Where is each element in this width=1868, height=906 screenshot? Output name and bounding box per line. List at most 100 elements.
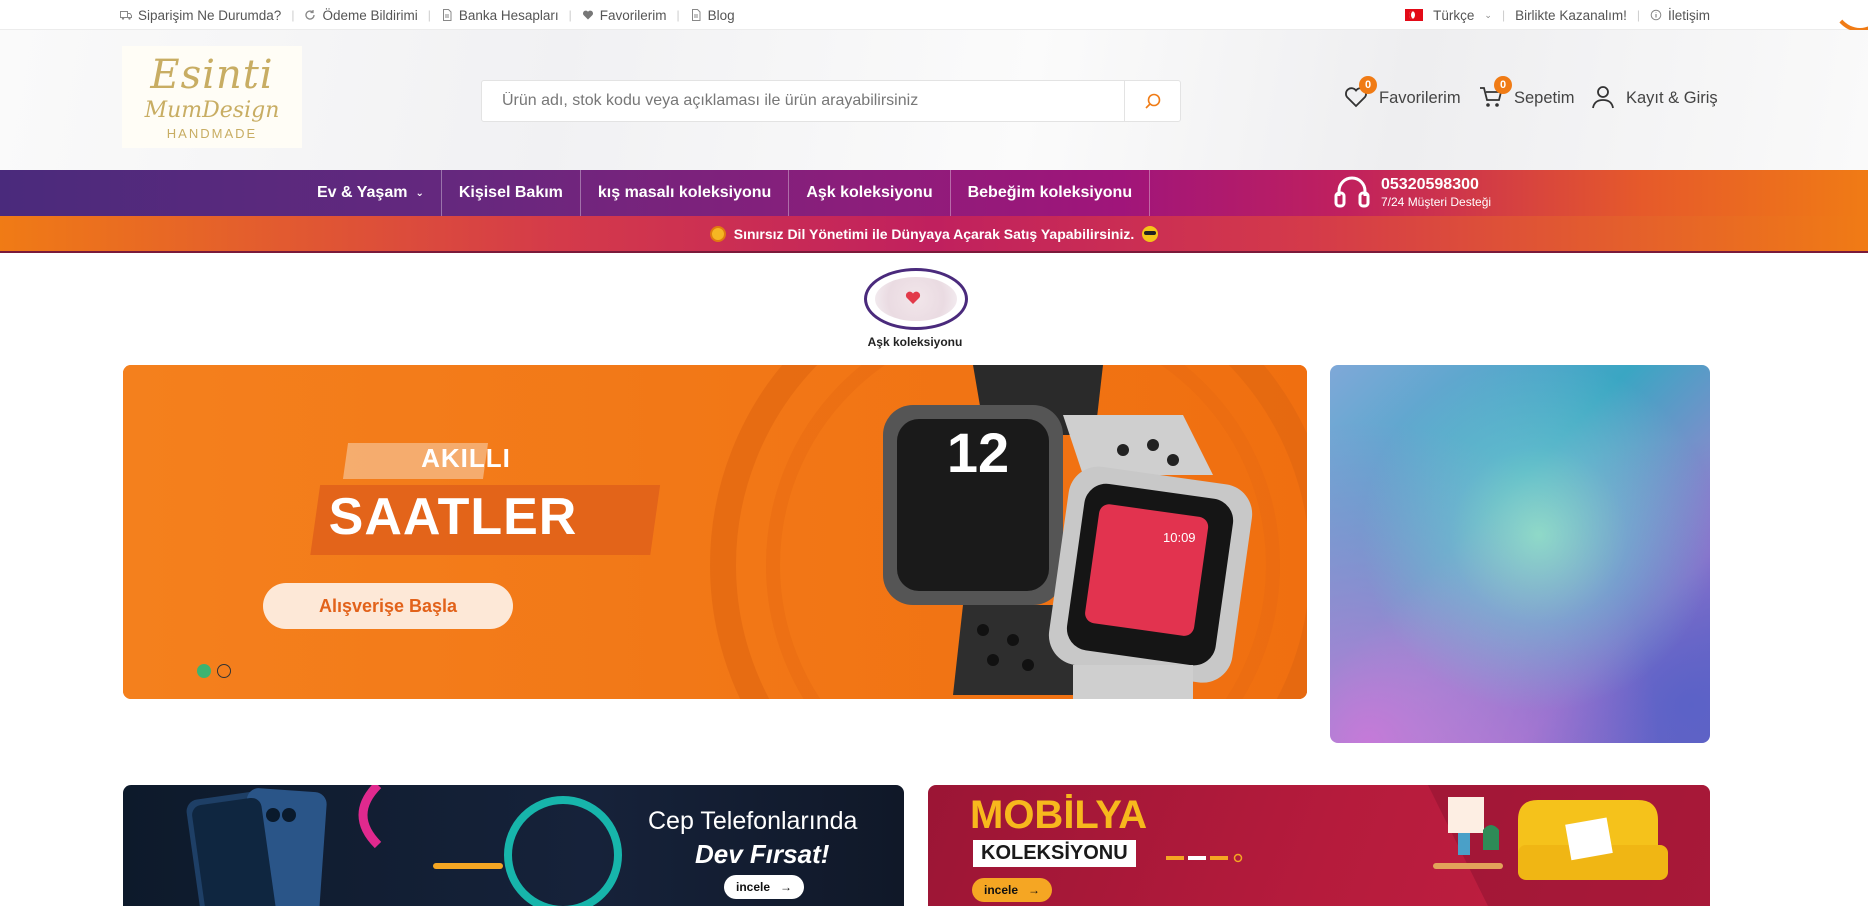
phones-banner[interactable]: Cep Telefonlarında Dev Fırsat! incele → xyxy=(123,785,904,906)
slider-dot-2[interactable] xyxy=(217,664,231,678)
favorites-top-label: Favorilerim xyxy=(599,7,667,23)
furniture-banner-line2: KOLEKSİYONU xyxy=(973,840,1136,867)
decorative-dashes xyxy=(1166,853,1243,863)
nav-item-label: Bebeğim koleksiyonu xyxy=(967,184,1133,201)
nav-item-label: Aşk koleksiyonu xyxy=(806,184,933,201)
document-icon xyxy=(691,9,701,21)
site-logo[interactable]: Esinti MumDesign HANDMADE xyxy=(122,46,302,148)
cart-label: Sepetim xyxy=(1514,88,1575,107)
slide-title: SAATLER xyxy=(328,488,578,546)
slide-cta-button[interactable]: Alışverişe Başla xyxy=(263,583,513,629)
nav-item-love-collection[interactable]: Aşk koleksiyonu xyxy=(789,170,951,216)
divider: | xyxy=(291,8,295,22)
divider: | xyxy=(1636,8,1640,22)
divider: | xyxy=(427,8,431,22)
language-label: Türkçe xyxy=(1433,7,1475,23)
slide-tag: AKILLI xyxy=(421,443,511,473)
arrow-right-icon: → xyxy=(780,880,793,894)
nav-item-label: kış masalı koleksiyonu xyxy=(597,184,772,201)
favorites-count-badge: 0 xyxy=(1359,76,1377,94)
search-button[interactable] xyxy=(1124,81,1180,121)
favorites-label: Favorilerim xyxy=(1379,88,1461,107)
nav-item-home-living[interactable]: Ev & Yaşam ⌄ xyxy=(300,170,442,216)
support-text: 05320598300 7/24 Müşteri Desteği xyxy=(1381,176,1491,210)
account-button[interactable]: Kayıt & Giriş xyxy=(1590,84,1718,112)
blog-link[interactable]: Blog xyxy=(690,8,735,23)
story-label: Aşk koleksiyonu xyxy=(867,335,963,349)
side-banner[interactable] xyxy=(1330,365,1710,743)
search-icon xyxy=(1144,93,1160,109)
order-status-label: Siparişim Ne Durumda? xyxy=(138,7,282,23)
refresh-icon xyxy=(305,10,316,20)
search-input[interactable] xyxy=(482,81,1124,121)
logo-line-1: Esinti xyxy=(150,52,274,98)
phones-incele-button[interactable]: incele → xyxy=(724,875,805,899)
announcement-text: Sınırsız Dil Yönetimi ile Dünyaya Açarak… xyxy=(733,225,1135,242)
site-header: Esinti MumDesign HANDMADE 0 Favorilerim … xyxy=(0,30,1868,170)
blog-label: Blog xyxy=(707,7,735,23)
language-selector[interactable]: Türkçe ⌄ xyxy=(1405,8,1492,23)
info-icon xyxy=(1650,9,1662,21)
truck-icon xyxy=(120,11,132,20)
contact-link[interactable]: İletişim xyxy=(1650,8,1710,23)
phones-banner-line2: Dev Fırsat! xyxy=(695,839,830,869)
arrow-right-icon: → xyxy=(1028,883,1041,897)
turkey-flag-icon xyxy=(1405,9,1424,21)
slider-dot-1[interactable] xyxy=(197,664,211,678)
favorites-button[interactable]: 0 Favorilerim xyxy=(1343,76,1461,112)
top-right-links: Türkçe ⌄ | Birlikte Kazanalım! | İletişi… xyxy=(1405,0,1710,30)
cart-icon-wrap: 0 xyxy=(1478,76,1512,112)
nav-item-personal-care[interactable]: Kişisel Bakım xyxy=(442,170,581,216)
favorites-top-link[interactable]: Favorilerim xyxy=(582,8,667,23)
account-label: Kayıt & Giriş xyxy=(1626,88,1718,107)
divider: | xyxy=(1501,8,1506,22)
main-navigation: Ev & Yaşam ⌄ Kişisel Bakım kış masalı ko… xyxy=(0,170,1868,216)
search-box xyxy=(481,80,1181,122)
slider-pagination xyxy=(197,664,231,678)
affiliate-link[interactable]: Birlikte Kazanalım! xyxy=(1515,8,1627,23)
order-status-link[interactable]: Siparişim Ne Durumda? xyxy=(120,8,281,23)
sunglasses-emoji-icon xyxy=(1142,225,1159,242)
nav-item-label: Kişisel Bakım xyxy=(458,184,563,201)
top-links: Siparişim Ne Durumda? | Ödeme Bildirimi … xyxy=(120,0,735,30)
nav-item-label: Ev & Yaşam xyxy=(317,184,408,201)
bank-accounts-label: Banka Hesapları xyxy=(458,7,559,23)
payment-notice-link[interactable]: Ödeme Bildirimi xyxy=(304,7,418,23)
headset-icon xyxy=(1334,176,1370,208)
cart-button[interactable]: 0 Sepetim xyxy=(1478,76,1575,112)
hero-slider[interactable]: AKILLI SAATLER Alışverişe Başla 12 10:09 xyxy=(123,365,1307,699)
chevron-down-icon: ⌄ xyxy=(415,187,424,199)
logo-line-3: HANDMADE xyxy=(166,126,258,141)
announcement-bar: Sınırsız Dil Yönetimi ile Dünyaya Açarak… xyxy=(0,216,1868,253)
heart-icon xyxy=(582,10,593,20)
chevron-down-icon: ⌄ xyxy=(1484,9,1492,20)
user-icon xyxy=(1592,86,1614,109)
phones-banner-line1: Cep Telefonlarında xyxy=(648,807,858,835)
logo-line-2: MumDesign xyxy=(144,98,280,123)
support-hours: 7/24 Müşteri Desteği xyxy=(1381,195,1492,209)
heart-candle-icon xyxy=(905,291,921,304)
document-icon xyxy=(442,9,452,21)
furniture-incele-button[interactable]: incele → xyxy=(972,878,1053,902)
watch-face-numbers: 12 xyxy=(946,421,1010,484)
nav-item-baby-collection[interactable]: Bebeğim koleksiyonu xyxy=(951,170,1151,216)
medal-icon xyxy=(709,225,726,242)
payment-notice-label: Ödeme Bildirimi xyxy=(322,7,418,23)
customer-support[interactable]: 05320598300 7/24 Müşteri Desteği xyxy=(1333,174,1491,212)
category-story-love[interactable] xyxy=(864,268,968,330)
top-utility-bar: Siparişim Ne Durumda? | Ödeme Bildirimi … xyxy=(0,0,1868,32)
watch-face-time: 10:09 xyxy=(1163,530,1196,545)
divider: | xyxy=(568,8,572,22)
decorative-arc xyxy=(1830,0,1868,32)
furniture-banner-line1: MOBİLYA xyxy=(970,793,1148,837)
divider: | xyxy=(676,8,680,22)
incele-label: incele xyxy=(736,880,771,894)
bank-accounts-link[interactable]: Banka Hesapları xyxy=(441,8,559,23)
furniture-banner[interactable]: MOBİLYA KOLEKSİYONU incele → xyxy=(928,785,1710,906)
incele-label: incele xyxy=(984,883,1019,897)
cart-count-badge: 0 xyxy=(1494,76,1512,94)
user-icon-wrap xyxy=(1590,84,1618,112)
nav-item-winter-collection[interactable]: kış masalı koleksiyonu xyxy=(581,170,790,216)
favorites-icon-wrap: 0 xyxy=(1343,76,1377,112)
support-phone: 05320598300 xyxy=(1381,176,1479,193)
